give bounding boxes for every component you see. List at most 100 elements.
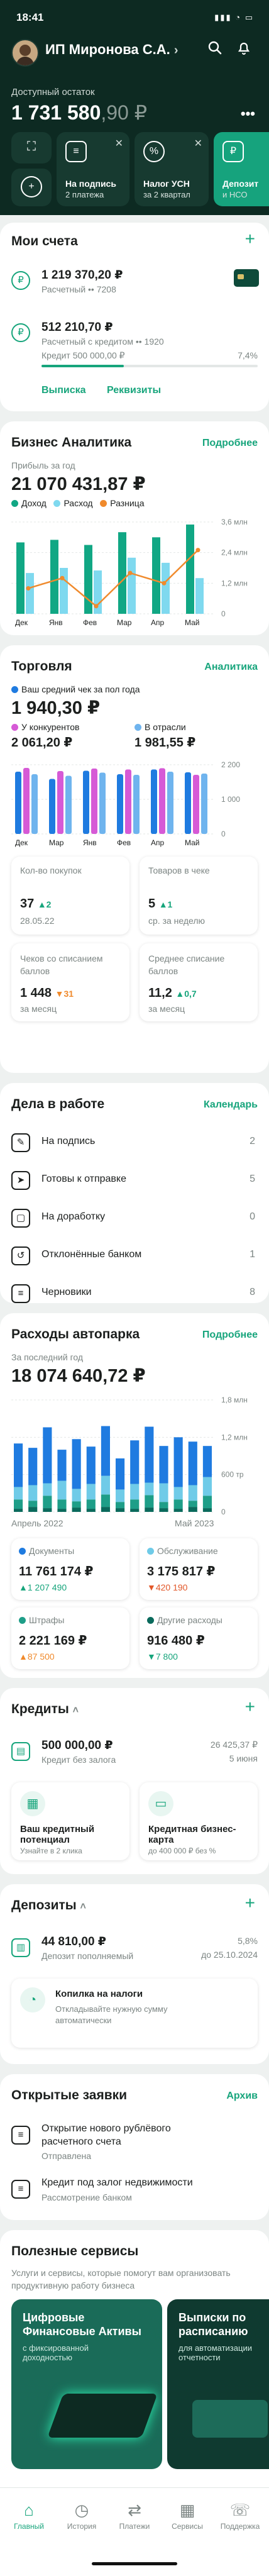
close-icon[interactable]: ✕	[194, 137, 202, 150]
diff-point[interactable]	[195, 548, 200, 553]
bar-fleet-segment[interactable]	[72, 1439, 81, 1489]
bar-fleet-segment[interactable]	[202, 1496, 212, 1509]
analytics-more-link[interactable]: Подробнее	[202, 438, 258, 449]
bar-fleet-segment[interactable]	[116, 1508, 125, 1512]
requisites-link[interactable]: Реквизиты	[107, 385, 161, 396]
bar-trade[interactable]	[49, 779, 55, 835]
bar-fleet-segment[interactable]	[101, 1494, 110, 1507]
bar-fleet-segment[interactable]	[173, 1437, 183, 1487]
search-icon[interactable]	[205, 40, 225, 60]
fleet-chart[interactable]: 1,8 млн 1,2 млн 600 тр 0	[8, 1392, 265, 1518]
chevron-up-icon[interactable]: ˄	[80, 1901, 86, 1912]
bar-fleet-segment[interactable]	[145, 1495, 154, 1508]
bar-fleet-segment[interactable]	[173, 1499, 183, 1509]
diff-point[interactable]	[26, 586, 31, 591]
account-amount[interactable]: 512 210,70 ₽	[41, 320, 113, 335]
bar-fleet-segment[interactable]	[72, 1489, 81, 1502]
bar-income[interactable]	[16, 542, 25, 614]
bar-fleet-segment[interactable]	[43, 1508, 52, 1512]
tax-box-tile[interactable]: ◔ Копилка на налоги Откладывайте нужную …	[11, 1979, 258, 2048]
work-item[interactable]: ▢ На доработку 0	[0, 1202, 269, 1234]
account-amount[interactable]: 1 219 370,20 ₽	[41, 268, 123, 282]
work-item[interactable]: ✎ На подпись 2	[0, 1127, 269, 1158]
bar-fleet-segment[interactable]	[14, 1487, 23, 1500]
tile-items[interactable]: Товаров в чеке 5 ▲1 ср. за неделю	[140, 857, 258, 935]
quick-action-add[interactable]: +	[11, 169, 52, 206]
add-account-icon[interactable]: +	[245, 229, 255, 249]
diff-point[interactable]	[60, 575, 65, 580]
diff-point[interactable]	[94, 604, 99, 609]
trade-analytics-link[interactable]: Аналитика	[204, 662, 258, 673]
bar-trade[interactable]	[99, 772, 106, 835]
bar-trade[interactable]	[57, 771, 63, 834]
tile-purchases[interactable]: Кол-во покупок 37 ▲2 28.05.22	[11, 857, 129, 935]
bar-fleet-segment[interactable]	[202, 1477, 212, 1496]
bar-fleet-segment[interactable]	[14, 1443, 23, 1487]
bar-expense[interactable]	[195, 578, 204, 614]
bar-fleet-segment[interactable]	[116, 1489, 125, 1502]
bar-expense[interactable]	[26, 573, 34, 614]
bar-fleet-segment[interactable]	[28, 1501, 38, 1507]
bar-fleet-segment[interactable]	[173, 1487, 183, 1500]
bar-fleet-segment[interactable]	[72, 1507, 81, 1512]
close-icon[interactable]: ✕	[115, 137, 123, 150]
statement-link[interactable]: Выписка	[41, 385, 86, 396]
bar-fleet-segment[interactable]	[57, 1509, 67, 1512]
fleet-tile[interactable]: Штрафы 2 221 169 ₽ ▲87 500	[11, 1607, 129, 1669]
bar-fleet-segment[interactable]	[202, 1508, 212, 1512]
nav-services[interactable]: ▦ Сервисы	[162, 2501, 212, 2531]
bar-fleet-segment[interactable]	[86, 1499, 96, 1509]
add-credit-icon[interactable]: +	[245, 1697, 255, 1717]
bar-fleet-segment[interactable]	[159, 1446, 168, 1484]
bar-income[interactable]	[152, 537, 160, 614]
service-dfa-tile[interactable]: Цифровые Финансовые Активы с фиксированн…	[11, 2299, 162, 2469]
bar-income[interactable]	[186, 525, 194, 614]
add-deposit-icon[interactable]: +	[245, 1893, 255, 1913]
bar-fleet-segment[interactable]	[188, 1507, 197, 1512]
service-statements-tile[interactable]: Выписки по расписанию для автоматизации …	[167, 2299, 269, 2469]
fleet-more-link[interactable]: Подробнее	[202, 1330, 258, 1341]
credit-card-tile[interactable]: ▭ Кредитная бизнес-карта до 400 000 ₽ бе…	[140, 1782, 258, 1860]
bar-fleet-segment[interactable]	[86, 1484, 96, 1500]
nav-home[interactable]: ⌂ Главный	[4, 2501, 54, 2531]
bar-fleet-segment[interactable]	[145, 1482, 154, 1496]
bar-fleet-segment[interactable]	[72, 1501, 81, 1508]
bar-fleet-segment[interactable]	[14, 1499, 23, 1509]
bar-trade[interactable]	[185, 772, 191, 834]
bar-fleet-segment[interactable]	[202, 1446, 212, 1477]
bar-fleet-segment[interactable]	[159, 1508, 168, 1512]
bar-fleet-segment[interactable]	[130, 1484, 140, 1500]
trade-chart[interactable]: 2 200 1 000 0 Дек Мар Янв Фев Апр Май	[8, 757, 265, 852]
bar-trade[interactable]	[23, 768, 30, 834]
bar-trade[interactable]	[151, 769, 157, 835]
bar-trade[interactable]	[193, 775, 199, 834]
bar-income[interactable]	[84, 545, 92, 614]
bar-expense[interactable]	[128, 557, 136, 614]
bar-fleet-segment[interactable]	[28, 1507, 38, 1512]
chevron-up-icon[interactable]: ˄	[73, 1705, 79, 1716]
org-name[interactable]: ИП Миронова С.А. ›	[45, 42, 178, 58]
bar-fleet-segment[interactable]	[86, 1509, 96, 1512]
fleet-tile[interactable]: Документы 11 761 174 ₽ ▲1 207 490	[11, 1538, 129, 1600]
bar-trade[interactable]	[125, 769, 131, 835]
deposit-amount[interactable]: 44 810,00 ₽	[41, 1935, 106, 1949]
fleet-tile[interactable]: Обслуживание 3 175 817 ₽ ▼420 190	[140, 1538, 258, 1600]
fleet-tile[interactable]: Другие расходы 916 480 ₽ ▼7 800	[140, 1607, 258, 1669]
work-item[interactable]: ≡ Черновики 8	[0, 1278, 269, 1309]
nav-history[interactable]: ◷ История	[57, 2501, 107, 2531]
tile-points[interactable]: Среднее списание баллов 11,2 ▲0,7 за мес…	[140, 943, 258, 1021]
bar-trade[interactable]	[91, 769, 97, 834]
nav-payments[interactable]: ⇄ Платежи	[109, 2501, 160, 2531]
quick-action-tax[interactable]: % ✕ Налог УСН за 2 квартал	[134, 132, 209, 206]
bar-fleet-segment[interactable]	[57, 1499, 67, 1509]
bar-fleet-segment[interactable]	[43, 1483, 52, 1496]
bar-fleet-segment[interactable]	[116, 1458, 125, 1490]
bar-fleet-segment[interactable]	[43, 1427, 52, 1484]
bar-fleet-segment[interactable]	[57, 1480, 67, 1500]
bar-fleet-segment[interactable]	[86, 1446, 96, 1484]
bar-fleet-segment[interactable]	[188, 1441, 197, 1485]
bar-fleet-segment[interactable]	[101, 1507, 110, 1512]
credit-amount[interactable]: 500 000,00 ₽	[41, 1738, 113, 1753]
bar-fleet-segment[interactable]	[130, 1509, 140, 1512]
credit-potential-tile[interactable]: ▦ Ваш кредитный потенциал Узнайте в 2 кл…	[11, 1782, 129, 1860]
